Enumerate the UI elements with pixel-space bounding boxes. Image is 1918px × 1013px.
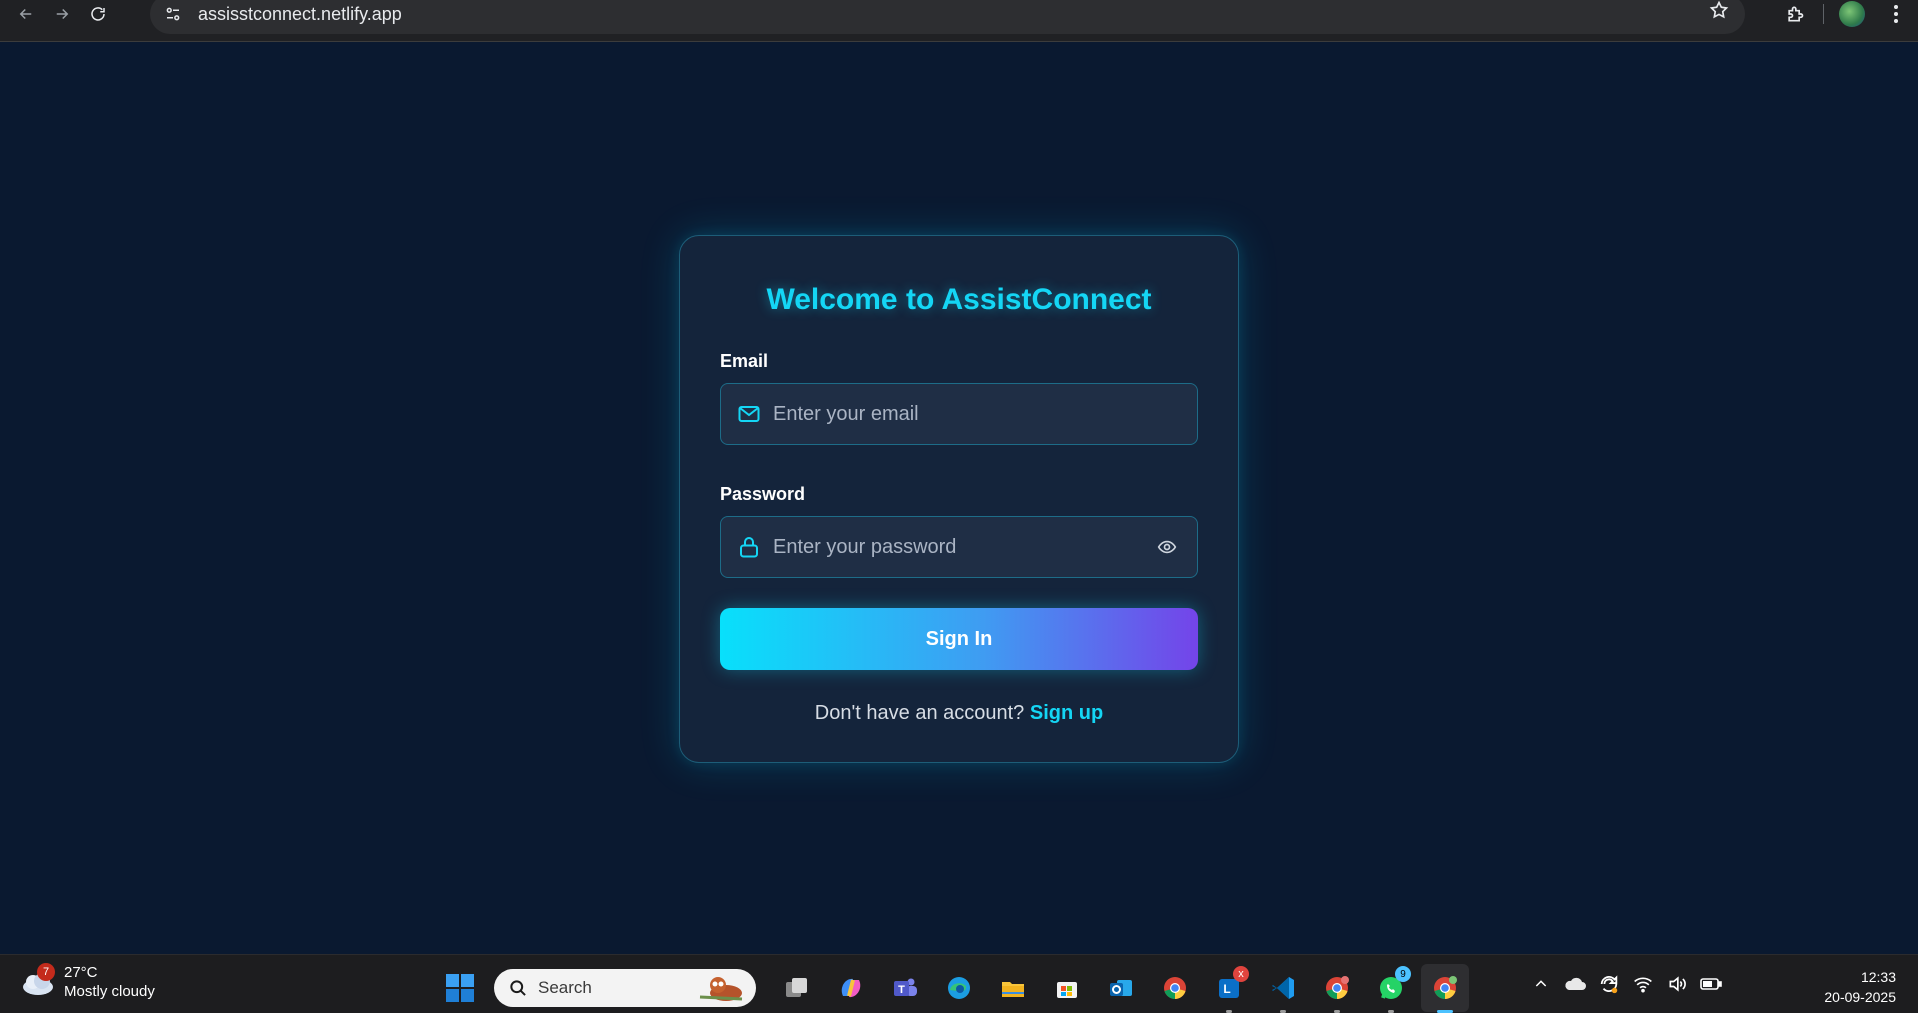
chevron-up-icon[interactable] xyxy=(1526,969,1556,999)
back-button[interactable] xyxy=(8,0,44,29)
sign-up-link[interactable]: Sign up xyxy=(1030,702,1103,724)
search-icon xyxy=(508,978,528,998)
outlook-icon[interactable] xyxy=(1097,964,1145,1012)
reload-button[interactable] xyxy=(80,0,116,29)
email-label: Email xyxy=(720,351,769,371)
chrome-icon[interactable] xyxy=(1151,964,1199,1012)
copilot-icon[interactable] xyxy=(827,964,875,1012)
onedrive-cloud-icon[interactable] xyxy=(1560,969,1590,999)
email-field-wrapper xyxy=(720,383,1198,445)
clock-time: 12:33 xyxy=(1860,969,1896,985)
whatsapp-icon[interactable]: 9 xyxy=(1367,964,1415,1013)
whatsapp-unread-badge: 9 xyxy=(1395,966,1411,982)
arrow-left-icon xyxy=(19,8,32,19)
clock-date: 20-09-2025 xyxy=(1824,989,1896,1005)
browser-toolbar: assisstconnect.netlify.app xyxy=(0,0,1918,42)
lync-icon[interactable]: L x xyxy=(1205,964,1253,1013)
show-password-eye-icon[interactable] xyxy=(1153,533,1181,561)
forward-button[interactable] xyxy=(44,0,80,29)
address-bar[interactable]: assisstconnect.netlify.app xyxy=(150,0,1745,34)
microsoft-store-icon[interactable] xyxy=(1043,964,1091,1012)
taskbar-apps: Search T L x 9 xyxy=(442,964,1472,1013)
sign-in-button[interactable]: Sign In xyxy=(720,608,1198,670)
cloud-icon: 7 xyxy=(20,963,56,997)
extensions-icon[interactable] xyxy=(1773,0,1817,28)
windows-taskbar: 7 27°C Mostly cloudy Search T L x 9 12:3… xyxy=(0,954,1918,1013)
profile-avatar[interactable] xyxy=(1830,0,1874,28)
system-tray xyxy=(1524,969,1728,999)
weather-badge: 7 xyxy=(37,963,55,981)
browser-actions xyxy=(1773,0,1918,28)
password-field-wrapper xyxy=(720,516,1198,578)
taskbar-search[interactable]: Search xyxy=(494,969,756,1007)
chrome-active-icon[interactable] xyxy=(1421,964,1469,1013)
login-card: Welcome to AssistConnect Email Password … xyxy=(679,235,1239,763)
edge-icon[interactable] xyxy=(935,964,983,1012)
url-text[interactable]: assisstconnect.netlify.app xyxy=(198,4,402,25)
reload-icon xyxy=(91,6,105,21)
arrow-right-icon xyxy=(56,8,69,19)
weather-condition: Mostly cloudy xyxy=(64,983,155,1000)
chrome-profile-icon[interactable] xyxy=(1313,964,1361,1013)
site-info-icon[interactable] xyxy=(156,0,190,29)
lync-error-badge: x xyxy=(1233,966,1249,982)
svg-text:L: L xyxy=(1223,982,1230,996)
search-label: Search xyxy=(538,978,592,997)
password-label: Password xyxy=(720,484,806,504)
vscode-icon[interactable] xyxy=(1259,964,1307,1013)
weather-temperature: 27°C xyxy=(64,964,98,981)
email-input[interactable] xyxy=(773,384,1197,444)
file-explorer-icon[interactable] xyxy=(989,964,1037,1012)
signup-prompt-text: Don't have an account? xyxy=(814,702,1025,724)
more-menu-icon[interactable] xyxy=(1874,0,1918,28)
login-title: Welcome to AssistConnect xyxy=(766,283,1152,316)
wifi-icon[interactable] xyxy=(1628,969,1658,999)
battery-icon[interactable] xyxy=(1696,969,1726,999)
toolbar-divider xyxy=(1823,4,1824,24)
volume-icon[interactable] xyxy=(1662,969,1692,999)
task-view-icon[interactable] xyxy=(773,964,821,1012)
lock-icon xyxy=(735,533,763,561)
windows-logo-icon xyxy=(446,974,474,1002)
bookmark-star-icon[interactable] xyxy=(1709,0,1729,25)
red-panda-illustration xyxy=(696,973,748,1003)
password-input[interactable] xyxy=(773,517,1153,577)
mail-icon xyxy=(735,400,763,428)
sync-icon[interactable] xyxy=(1594,969,1624,999)
svg-text:T: T xyxy=(898,984,905,996)
signup-prompt-line: Don't have an account? Sign up xyxy=(720,702,1198,725)
teams-icon[interactable]: T xyxy=(881,964,929,1012)
weather-widget[interactable]: 7 27°C Mostly cloudy xyxy=(20,963,155,1001)
windows-start-button[interactable] xyxy=(442,970,478,1006)
taskbar-clock[interactable]: 12:33 20-09-2025 xyxy=(1824,967,1896,1007)
